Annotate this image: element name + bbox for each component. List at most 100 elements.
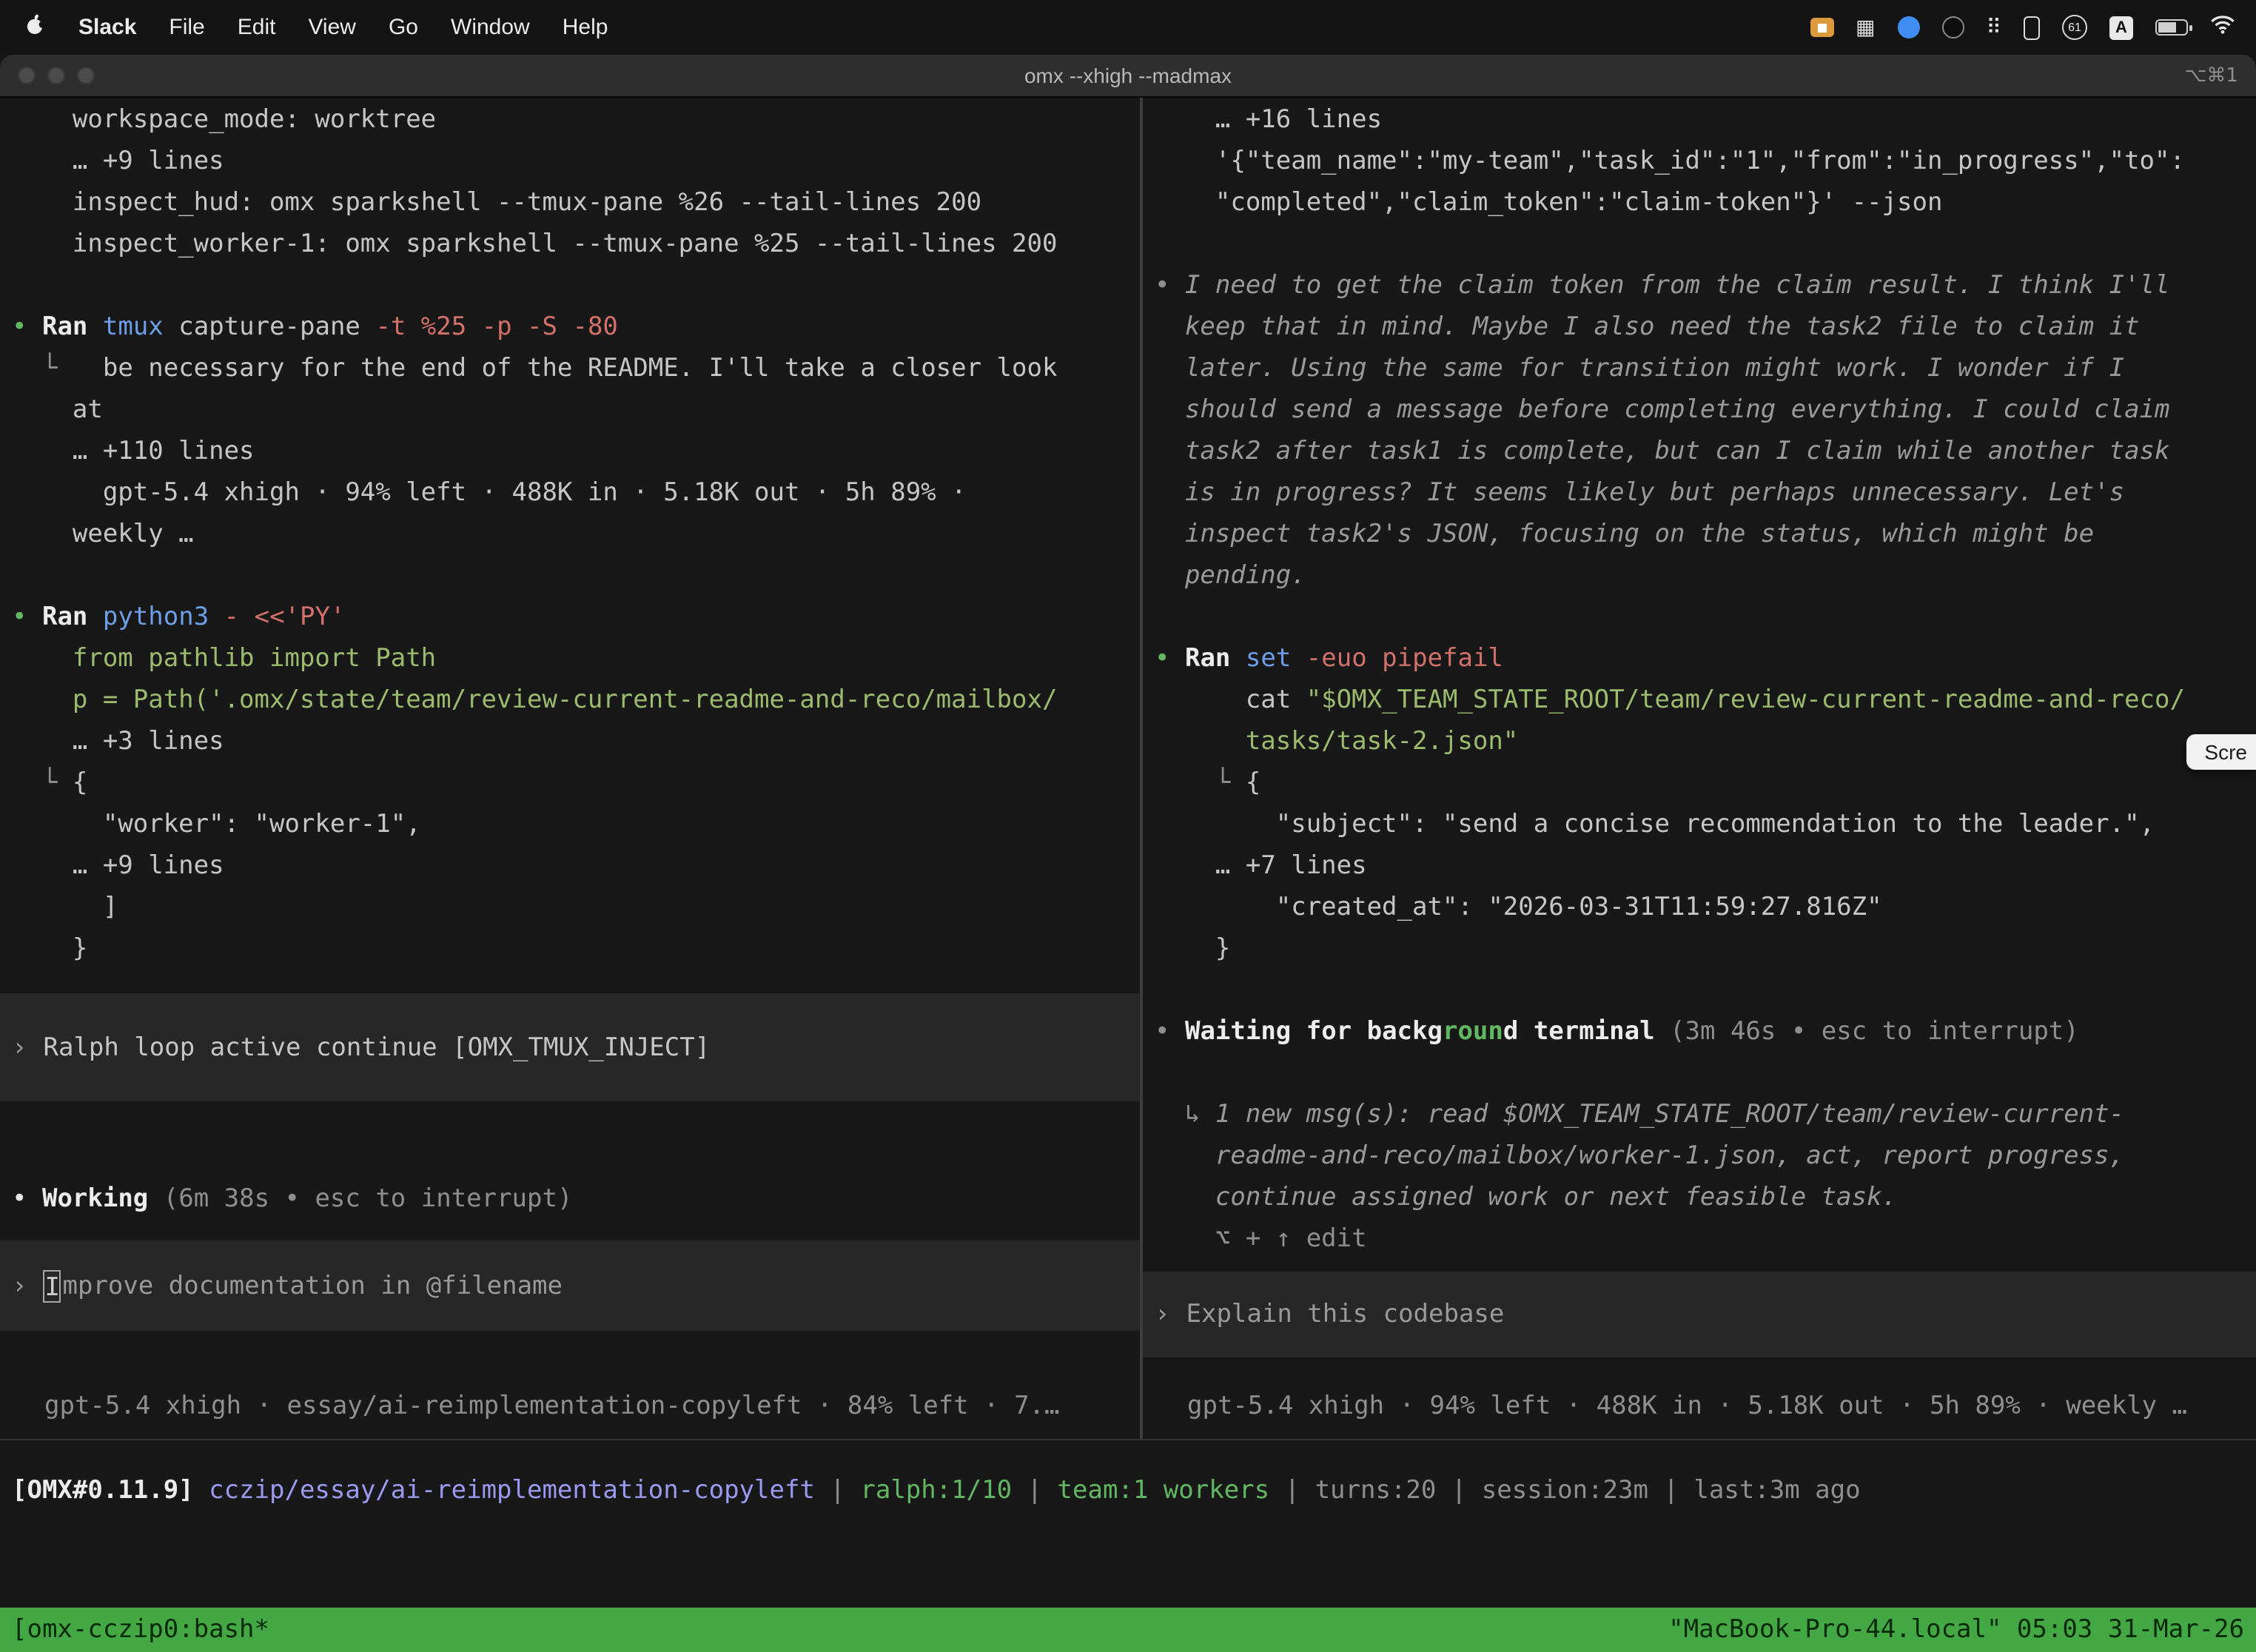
terminal-line: … +110 lines (0, 431, 1140, 472)
suggestion-text: Explain this codebase (1186, 1300, 1505, 1329)
line-segment: "worker": "worker-1", (12, 810, 421, 839)
terminal-line: … +7 lines (1143, 845, 2256, 887)
line-segment: | (1436, 1476, 1481, 1505)
battery-icon[interactable] (2155, 19, 2188, 36)
line-segment: Ran (42, 602, 103, 632)
line-segment: Ran (42, 312, 103, 342)
terminal-line: readme-and-reco/mailbox/worker-1.json, a… (1143, 1135, 2256, 1177)
terminal-line: … +16 lines (1143, 99, 2256, 141)
line-segment: at (12, 395, 103, 425)
line-segment: inspect_worker-1: omx sparkshell --tmux-… (12, 229, 1057, 259)
right-scrollback: … +16 lines '{"team_name":"my-team","tas… (1143, 99, 2256, 1260)
line-segment: pending. (1155, 561, 1306, 591)
terminal-line: inspect_worker-1: omx sparkshell --tmux-… (0, 224, 1140, 265)
inject-banner-text: Ralph loop active continue [OMX_TMUX_INJ… (44, 1032, 711, 1062)
menu-item-go[interactable]: Go (389, 15, 418, 40)
inject-banner: › Ralph loop active continue [OMX_TMUX_I… (0, 993, 1140, 1101)
line-segment: … +16 lines (1155, 105, 1382, 135)
launchpad-icon[interactable]: ⠿ (1986, 17, 2001, 38)
line-segment: is in progress? It seems likely but perh… (1155, 478, 2124, 508)
terminal-line: task2 after task1 is complete, but can I… (1143, 431, 2256, 472)
line-segment: | (815, 1476, 860, 1505)
terminal-line (0, 265, 1140, 306)
terminal-line: "created_at": "2026-03-31T11:59:27.816Z" (1143, 887, 2256, 928)
line-segment: from pathlib import Path (12, 644, 436, 674)
input-source-icon[interactable]: A (2109, 16, 2133, 39)
line-segment: ↳ (1155, 1100, 1215, 1129)
line-segment: I need to get the claim token from the c… (1185, 271, 2170, 300)
line-segment: -t %25 -p -S -80 (375, 312, 618, 342)
dark-app-icon[interactable] (1941, 16, 1964, 38)
line-segment: p = Path('.omx/state/team/review-current… (12, 685, 1057, 715)
line-segment: | (1648, 1476, 1693, 1505)
line-segment: Waiting for backg (1185, 1017, 1443, 1047)
line-segment: later. Using the same for transition mig… (1155, 354, 2124, 383)
terminal-line: inspect_hud: omx sparkshell --tmux-pane … (0, 182, 1140, 224)
line-segment: … +7 lines (1155, 851, 1367, 881)
terminal-line: … +9 lines (0, 141, 1140, 182)
terminal-line: tasks/task-2.json" (1143, 721, 2256, 762)
line-segment: [OMX#0.11.9] (12, 1476, 209, 1505)
terminal-line (1143, 1052, 2256, 1094)
screen-recording-indicator-icon[interactable] (1810, 18, 1833, 37)
suggestion-chip[interactable]: › Explain this codebase (1143, 1272, 2256, 1357)
terminal-line: └ { (1143, 762, 2256, 804)
terminal-line: "completed","claim_token":"claim-token"}… (1143, 182, 2256, 224)
terminal-content: workspace_mode: worktree … +9 lines insp… (0, 98, 2256, 1652)
terminal-line: } (0, 928, 1140, 970)
prompt-input[interactable]: › I mprove documentation in @filename (0, 1240, 1140, 1331)
line-segment: "created_at": "2026-03-31T11:59:27.816Z" (1155, 893, 1882, 922)
model-status-left: gpt-5.4 xhigh · essay/ai-reimplementatio… (0, 1386, 1140, 1427)
line-segment: 1 new msg(s): read $OMX_TEAM_STATE_ROOT/… (1215, 1100, 2124, 1129)
menu-item-view[interactable]: View (308, 15, 356, 40)
terminal-line: continue assigned work or next feasible … (1143, 1177, 2256, 1218)
menu-item-window[interactable]: Window (451, 15, 530, 40)
app-menu-slack[interactable]: Slack (78, 15, 136, 40)
line-segment: -euo pipefail (1306, 644, 1503, 674)
screen: Slack File Edit View Go Window Help ▦ ⠿ … (0, 0, 2256, 1652)
terminal-line: • I need to get the claim token from the… (1143, 265, 2256, 306)
terminal-line: at (0, 389, 1140, 431)
menu-item-file[interactable]: File (169, 15, 204, 40)
phone-icon[interactable] (2024, 16, 2040, 39)
terminal-line: workspace_mode: worktree (0, 99, 1140, 141)
input-placeholder-text: mprove documentation in @filename (63, 1271, 563, 1300)
line-segment: ⌥ + ↑ edit (1155, 1224, 1367, 1254)
tmux-status-bar: [omx-cczip0:bash* "MacBook-Pro-44.local"… (0, 1608, 2256, 1652)
line-segment: session:23m (1482, 1476, 1648, 1505)
line-segment: inspect_hud: omx sparkshell --tmux-pane … (12, 188, 981, 218)
menu-item-edit[interactable]: Edit (238, 15, 276, 40)
wifi-icon[interactable] (2210, 15, 2235, 40)
line-segment: } (1155, 934, 1230, 964)
line-segment: team:1 workers (1058, 1476, 1270, 1505)
line-segment: tmux (103, 312, 178, 342)
blue-app-icon[interactable] (1897, 16, 1919, 38)
line-segment: be necessary for the end of the README. … (103, 354, 1058, 383)
terminal-line (1143, 970, 2256, 1011)
line-segment: "$OMX_TEAM_STATE_ROOT/team/review-curren… (1306, 685, 2185, 715)
line-segment: • (12, 1184, 42, 1214)
menu-item-help[interactable]: Help (563, 15, 608, 40)
line-segment: - <<'PY' (224, 602, 346, 632)
terminal-line: └ be necessary for the end of the README… (0, 348, 1140, 389)
line-segment: } (12, 934, 87, 964)
battery-percent-badge[interactable]: 61 (2062, 15, 2087, 40)
keyboard-icon[interactable]: ▦ (1856, 17, 1875, 38)
terminal-line: ⌥ + ↑ edit (1143, 1218, 2256, 1260)
pane-left[interactable]: workspace_mode: worktree … +9 lines insp… (0, 98, 1140, 1439)
terminal-line: from pathlib import Path (0, 638, 1140, 679)
terminal-line: ] (0, 887, 1140, 928)
terminal-line: └ { (0, 762, 1140, 804)
pane-right[interactable]: … +16 lines '{"team_name":"my-team","tas… (1143, 98, 2256, 1439)
line-segment: continue assigned work or next feasible … (1155, 1183, 1897, 1212)
menu-bar-left: Slack File Edit View Go Window Help (0, 12, 608, 43)
line-segment: { (1246, 768, 1261, 798)
line-segment: … +9 lines (12, 147, 224, 176)
apple-menu[interactable] (24, 12, 46, 43)
working-status: • Working (6m 38s • esc to interrupt) (0, 1178, 1140, 1220)
line-segment: keep that in mind. Maybe I also need the… (1155, 312, 2140, 342)
apple-icon (24, 12, 46, 37)
terminal-line (0, 555, 1140, 597)
line-segment: "subject": "send a concise recommendatio… (1155, 810, 2155, 839)
terminal-line: } (1143, 928, 2256, 970)
